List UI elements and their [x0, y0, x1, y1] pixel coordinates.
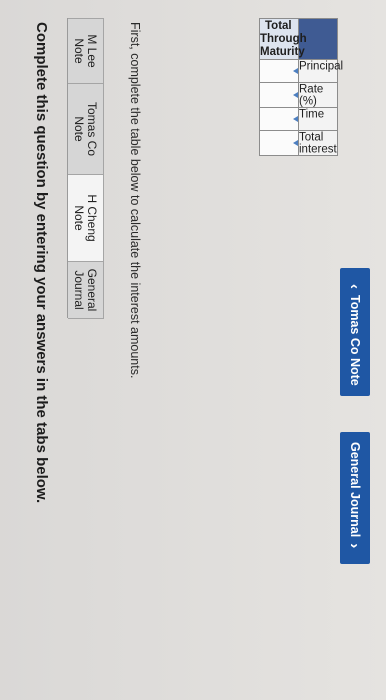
chevron-left-icon: ‹ — [346, 284, 364, 289]
tab-tomas-co-note[interactable]: Tomas Co Note — [68, 83, 104, 175]
input-time[interactable] — [259, 107, 299, 131]
row-label-time: Time — [298, 107, 338, 131]
row-label-total-interest: Total interest — [298, 130, 338, 156]
tab-bar: M Lee Note Tomas Co Note H Cheng Note Ge… — [67, 18, 104, 319]
question-heading: Complete this question by entering your … — [33, 22, 50, 504]
question-page: Complete this question by entering your … — [0, 0, 386, 700]
cell-marker-icon — [293, 68, 298, 74]
input-rate[interactable] — [259, 82, 299, 108]
row-label-rate: Rate (%) — [298, 82, 338, 108]
instruction-text: First, complete the table below to calcu… — [128, 22, 142, 379]
interest-table: Principal Rate (%) Time Total interest T… — [259, 18, 343, 156]
tab-h-cheng-note[interactable]: H Cheng Note — [68, 174, 104, 262]
tab-general-journal[interactable]: General Journal — [68, 261, 104, 319]
input-principal[interactable] — [259, 59, 299, 83]
next-tab-button[interactable]: General Journal › — [340, 432, 370, 565]
row-label-principal: Principal — [298, 59, 343, 83]
prev-tab-label: Tomas Co Note — [348, 295, 362, 386]
cell-marker-icon — [293, 92, 298, 98]
column-header-total-through-maturity: Total Through Maturity — [259, 18, 307, 60]
input-total-interest[interactable] — [259, 130, 299, 156]
chevron-right-icon: › — [346, 543, 364, 549]
prev-tab-button[interactable]: ‹ Tomas Co Note — [340, 268, 370, 396]
tab-m-lee-note[interactable]: M Lee Note — [68, 18, 104, 84]
cell-marker-icon — [293, 140, 298, 146]
next-tab-label: General Journal — [348, 442, 362, 538]
cell-marker-icon — [293, 116, 298, 122]
